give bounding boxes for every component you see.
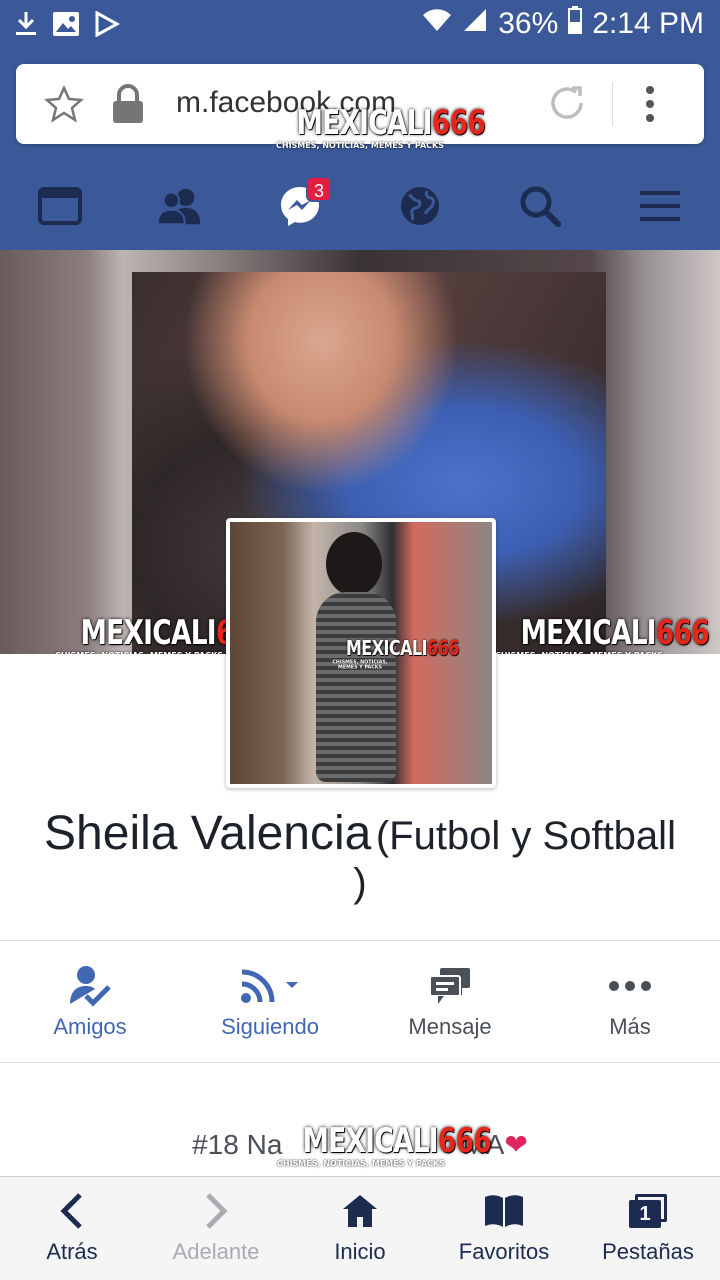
watermark-logo: MEXICALI666 CHISMES, NOTICIAS, MEMES Y P…	[495, 613, 710, 654]
wifi-icon	[422, 7, 452, 41]
friends-check-icon	[0, 964, 180, 1008]
heart-emoji: ❤	[504, 1129, 528, 1160]
globe-notifications-icon[interactable]	[396, 184, 444, 228]
following-button-label: Siguiendo	[221, 1014, 319, 1039]
messenger-icon[interactable]: 3	[276, 176, 332, 228]
friends-icon[interactable]	[156, 184, 204, 228]
home-button[interactable]: Inicio	[288, 1177, 432, 1280]
menu-icon[interactable]	[636, 184, 684, 228]
bookmark-star-icon[interactable]	[43, 84, 85, 129]
home-icon	[288, 1191, 432, 1231]
toolbar-divider	[612, 82, 613, 126]
overflow-menu-icon[interactable]	[642, 84, 658, 129]
facebook-nav-bar: 3	[0, 160, 720, 250]
divider	[0, 940, 720, 941]
clock: 2:14 PM	[592, 7, 704, 40]
tabs-button[interactable]: 1 Pestañas	[576, 1177, 720, 1280]
message-bubbles-icon	[360, 964, 540, 1008]
search-icon[interactable]	[516, 184, 564, 228]
bookmarks-label: Favoritos	[458, 1239, 550, 1264]
tabs-label: Pestañas	[602, 1239, 694, 1264]
chevron-left-icon	[0, 1191, 144, 1231]
message-button[interactable]: Mensaje	[360, 942, 540, 1062]
profile-name-block: Sheila Valencia (Futbol y Softball )	[0, 806, 720, 940]
reload-icon[interactable]	[546, 82, 588, 129]
rss-follow-icon	[180, 964, 360, 1008]
bookmarks-button[interactable]: Favoritos	[432, 1177, 576, 1280]
download-icon	[14, 10, 38, 43]
battery-percent: 36%	[498, 7, 559, 40]
bio-text-start: #18 Na	[192, 1129, 283, 1160]
tabs-icon: 1	[576, 1191, 720, 1231]
profile-picture[interactable]: MEXICALI666 CHISMES, NOTICIAS, MEMES Y P…	[226, 518, 496, 788]
profile-alternate-name-close: )	[353, 861, 367, 905]
home-label: Inicio	[334, 1239, 386, 1264]
battery-icon	[568, 6, 583, 42]
friends-button-label: Amigos	[53, 1014, 127, 1039]
watermark-logo: MEXICALI666 CHISMES, NOTICIAS, MEMES Y P…	[276, 103, 486, 150]
back-label: Atrás	[46, 1239, 98, 1264]
messages-badge: 3	[306, 176, 332, 202]
profile-actions: Amigos Siguiendo Mensaje Más	[0, 942, 720, 1062]
profile-name: Sheila Valencia	[44, 807, 372, 860]
divider	[0, 1062, 720, 1063]
watermark-logo: MEXICALI666 CHISMES, NOTICIAS, MEMES Y P…	[55, 613, 270, 654]
signal-icon	[462, 7, 488, 41]
back-button[interactable]: Atrás	[0, 1177, 144, 1280]
status-bar: 36% 2:14 PM	[0, 0, 720, 50]
friends-button[interactable]: Amigos	[0, 942, 180, 1062]
lock-icon[interactable]	[110, 82, 146, 131]
news-feed-icon[interactable]	[36, 184, 84, 228]
image-icon	[52, 11, 80, 42]
watermark-logo: MEXICALI666 CHISMES, NOTICIAS, MEMES Y P…	[332, 636, 459, 670]
forward-label: Adelante	[172, 1239, 260, 1264]
profile-alternate-name: (Futbol y Softball	[375, 814, 676, 858]
forward-button[interactable]: Adelante	[144, 1177, 288, 1280]
message-button-label: Mensaje	[408, 1014, 492, 1039]
play-store-icon	[94, 10, 121, 42]
tab-count: 1	[629, 1200, 661, 1228]
book-icon	[432, 1191, 576, 1231]
profile-picture-image: MEXICALI666 CHISMES, NOTICIAS, MEMES Y P…	[230, 522, 492, 784]
browser-bottom-bar: Atrás Adelante Inicio Favoritos 1 Pestañ…	[0, 1176, 720, 1280]
watermark-logo: MEXICALI666 CHISMES, NOTICIAS, MEMES Y P…	[277, 1121, 492, 1168]
more-button-label: Más	[609, 1014, 651, 1039]
following-button[interactable]: Siguiendo	[180, 942, 360, 1062]
more-button[interactable]: Más	[540, 942, 720, 1062]
browser-toolbar: m.facebook.com MEXICALI666 CHISMES, NOTI…	[0, 50, 720, 160]
more-dots-icon	[540, 964, 720, 1008]
chevron-right-icon	[144, 1191, 288, 1231]
